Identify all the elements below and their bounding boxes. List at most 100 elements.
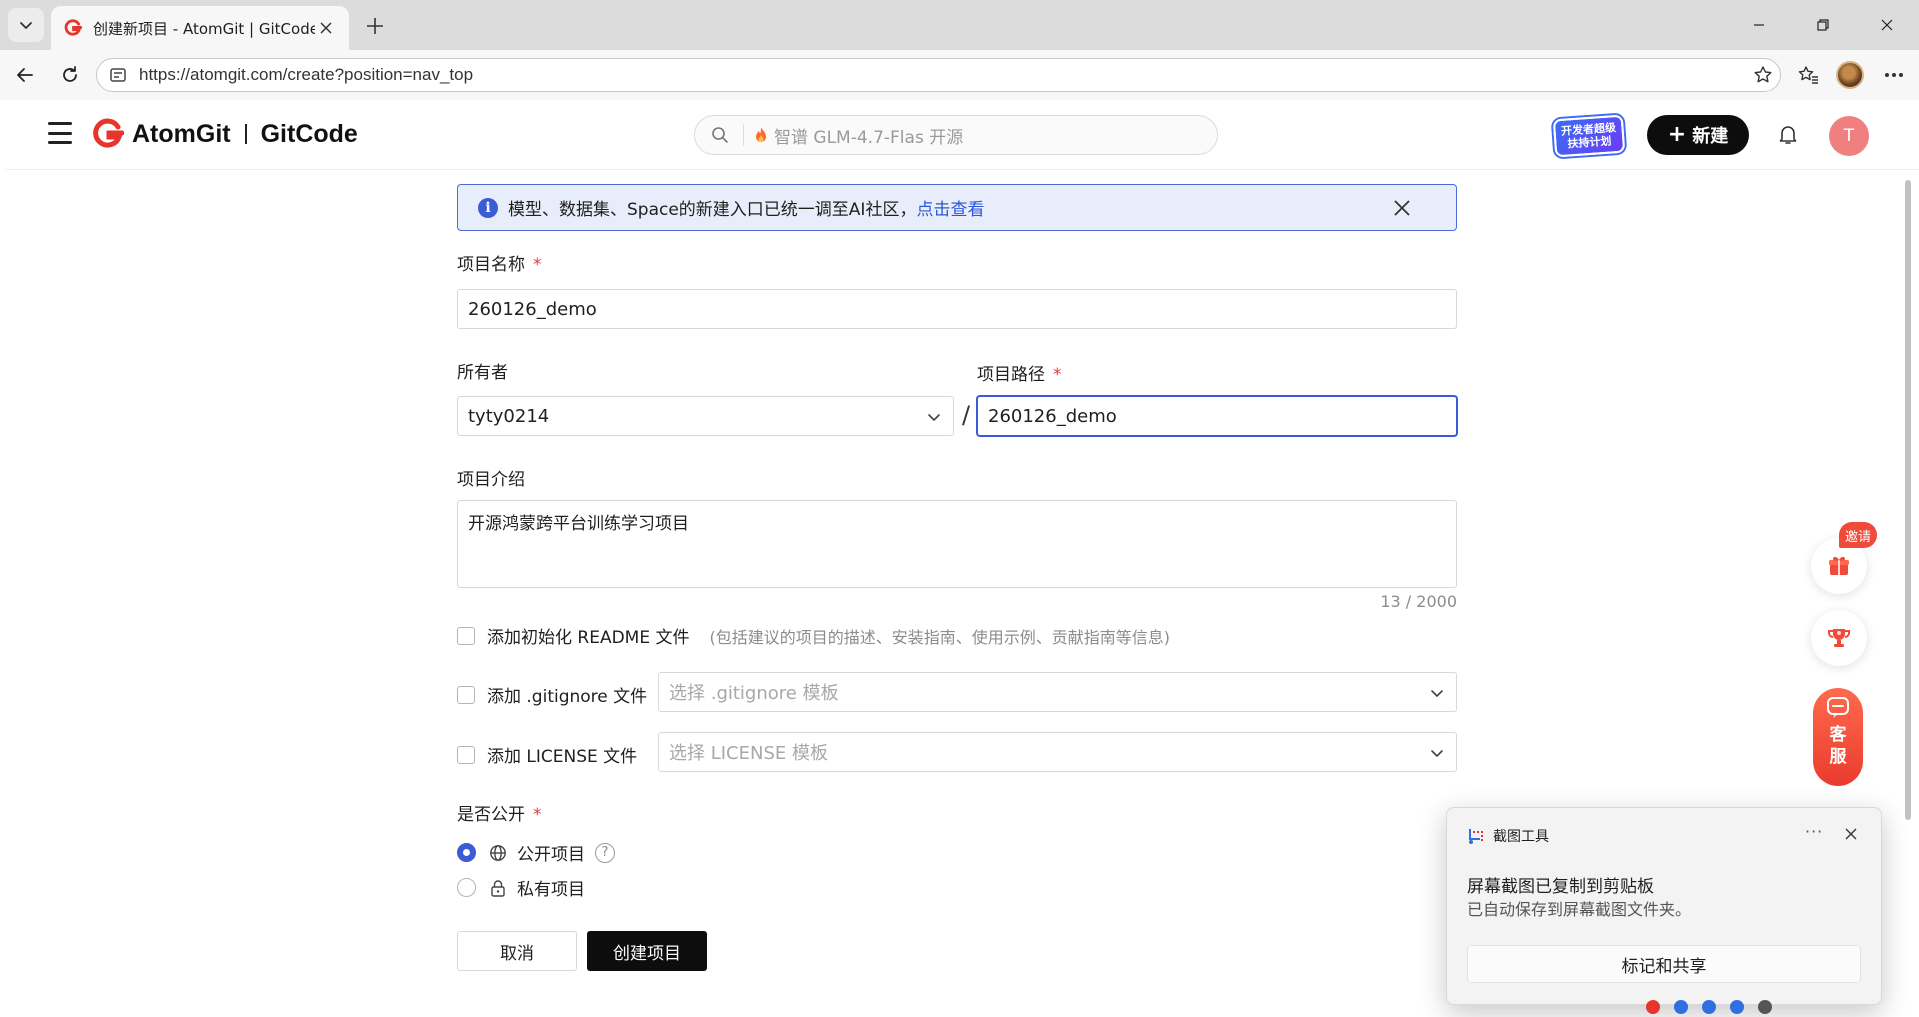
url-text: https://atomgit.com/create?position=nav_… — [139, 65, 474, 84]
tray-app-icon[interactable] — [1730, 1000, 1744, 1014]
site-header: AtomGit GitCode 智谱 GLM-4.7-Flas 开源 开发者超级… — [6, 100, 1919, 170]
scrollbar-thumb[interactable] — [1905, 180, 1911, 820]
tab-close-icon[interactable] — [315, 17, 337, 39]
project-name-input[interactable]: 260126_demo — [457, 289, 1457, 329]
toast-more-icon[interactable]: ··· — [1805, 822, 1823, 841]
chevron-down-icon — [1431, 750, 1443, 757]
window-close-icon[interactable] — [1855, 0, 1919, 50]
restore-icon[interactable] — [1791, 0, 1855, 50]
notice-link[interactable]: 点击查看 — [916, 195, 984, 220]
help-icon[interactable]: ? — [595, 842, 615, 863]
bell-icon[interactable] — [1776, 122, 1800, 146]
private-radio[interactable] — [457, 878, 476, 897]
required-mark: * — [1053, 365, 1062, 385]
tray-app-icon[interactable] — [1646, 1000, 1660, 1014]
toast-subtitle: 已自动保存到屏幕截图文件夹。 — [1467, 900, 1692, 919]
private-option[interactable]: 私有项目 — [457, 875, 585, 900]
plus-icon: + — [1667, 122, 1687, 147]
browser-tab-active[interactable]: 创建新项目 - AtomGit | GitCode — [51, 6, 349, 50]
tab-list-button[interactable] — [8, 8, 44, 42]
cancel-button[interactable]: 取消 — [457, 931, 577, 971]
description-textarea[interactable]: 开源鸿蒙跨平台训练学习项目 — [457, 500, 1457, 588]
trophy-float-button[interactable] — [1811, 610, 1867, 666]
back-icon[interactable] — [9, 59, 41, 91]
search-divider — [743, 124, 744, 146]
browser-tab-strip: 创建新项目 - AtomGit | GitCode — [0, 0, 1919, 50]
chevron-down-icon — [1431, 690, 1443, 697]
public-radio[interactable] — [457, 843, 476, 862]
gitcode-favicon-icon — [63, 18, 83, 38]
gitignore-select[interactable]: 选择 .gitignore 模板 — [658, 672, 1457, 712]
trophy-icon — [1828, 629, 1850, 647]
user-avatar[interactable]: T — [1829, 116, 1869, 156]
brand-gitcode: GitCode — [260, 119, 358, 148]
customer-service-button[interactable]: 客服 — [1813, 688, 1863, 786]
brand-divider — [244, 124, 247, 144]
readme-option: 添加初始化 README 文件 (包括建议的项目的描述、安装指南、使用示例、贡献… — [457, 623, 1170, 648]
new-tab-plus-icon[interactable] — [360, 11, 390, 41]
profile-avatar[interactable] — [1834, 59, 1866, 91]
page-scrollbar[interactable] — [1905, 180, 1911, 1000]
toast-app-header: 截图工具 — [1467, 826, 1549, 846]
tray-app-icon[interactable] — [1702, 1000, 1716, 1014]
info-icon: i — [478, 197, 498, 218]
gitignore-checkbox[interactable] — [457, 685, 475, 704]
notice-banner: i 模型、数据集、Space的新建入口已统一调至AI社区， 点击查看 — [457, 184, 1457, 231]
description-value: 开源鸿蒙跨平台训练学习项目 — [468, 514, 689, 534]
project-path-label: 项目路径 * — [977, 360, 1062, 385]
close-icon[interactable] — [1392, 198, 1412, 218]
globe-icon — [490, 844, 506, 861]
menu-icon[interactable] — [48, 122, 72, 144]
search-input[interactable]: 智谱 GLM-4.7-Flas 开源 — [694, 115, 1218, 155]
license-label: 添加 LICENSE 文件 — [487, 747, 638, 767]
visibility-label-text: 是否公开 — [457, 805, 525, 825]
promo-badge[interactable]: 开发者超级扶持计划 — [1552, 114, 1626, 158]
owner-label: 所有者 — [457, 358, 508, 383]
lock-icon — [491, 879, 505, 897]
public-option[interactable]: 公开项目 ? — [457, 840, 615, 865]
brand-logo[interactable]: AtomGit GitCode — [92, 118, 358, 150]
description-counter: 13 / 2000 — [1380, 592, 1457, 611]
favorites-icon[interactable] — [1792, 59, 1824, 91]
readme-checkbox[interactable] — [457, 626, 475, 645]
path-separator: / — [962, 401, 971, 429]
fire-icon — [756, 127, 766, 142]
private-label: 私有项目 — [517, 880, 585, 900]
owner-select[interactable]: tyty0214 — [457, 396, 954, 436]
invite-tag[interactable]: 邀请 — [1839, 522, 1877, 548]
system-tray-strip — [1640, 997, 1919, 1017]
create-project-button[interactable]: 创建项目 — [587, 931, 707, 971]
site-info-icon[interactable] — [109, 66, 127, 84]
headset-icon — [1827, 697, 1849, 718]
tray-app-icon[interactable] — [1758, 1000, 1772, 1014]
visibility-label: 是否公开 * — [457, 800, 542, 825]
star-icon[interactable] — [1748, 60, 1778, 90]
gitignore-label: 添加 .gitignore 文件 — [487, 687, 648, 707]
required-mark: * — [533, 805, 542, 825]
brand-atomgit: AtomGit — [132, 119, 231, 148]
chevron-down-icon — [928, 414, 940, 421]
project-name-value: 260126_demo — [468, 298, 597, 320]
gitignore-placeholder: 选择 .gitignore 模板 — [669, 683, 839, 704]
markup-share-button[interactable]: 标记和共享 — [1467, 945, 1861, 983]
license-placeholder: 选择 LICENSE 模板 — [669, 743, 828, 764]
toast-close-icon[interactable] — [1843, 826, 1859, 842]
license-select[interactable]: 选择 LICENSE 模板 — [658, 732, 1457, 772]
tab-title: 创建新项目 - AtomGit | GitCode — [93, 19, 315, 38]
refresh-icon[interactable] — [54, 59, 86, 91]
owner-label-text: 所有者 — [457, 363, 508, 383]
project-path-input[interactable]: 260126_demo — [977, 396, 1457, 436]
license-option: 添加 LICENSE 文件 — [457, 742, 637, 767]
snipping-notification: 截图工具 ··· 屏幕截图已复制到剪贴板 已自动保存到屏幕截图文件夹。 标记和共… — [1446, 807, 1882, 1005]
snip-icon — [1469, 829, 1483, 844]
project-path-label-text: 项目路径 — [977, 365, 1045, 385]
gitignore-option: 添加 .gitignore 文件 — [457, 682, 647, 707]
minimize-icon[interactable] — [1727, 0, 1791, 50]
new-button[interactable]: + 新建 — [1647, 115, 1749, 155]
tray-app-icon[interactable] — [1674, 1000, 1688, 1014]
address-bar[interactable]: https://atomgit.com/create?position=nav_… — [96, 58, 1781, 92]
customer-service-label: 客服 — [1829, 725, 1847, 767]
more-icon[interactable] — [1878, 59, 1910, 91]
license-checkbox[interactable] — [457, 745, 475, 764]
chevron-down-icon — [20, 22, 32, 29]
